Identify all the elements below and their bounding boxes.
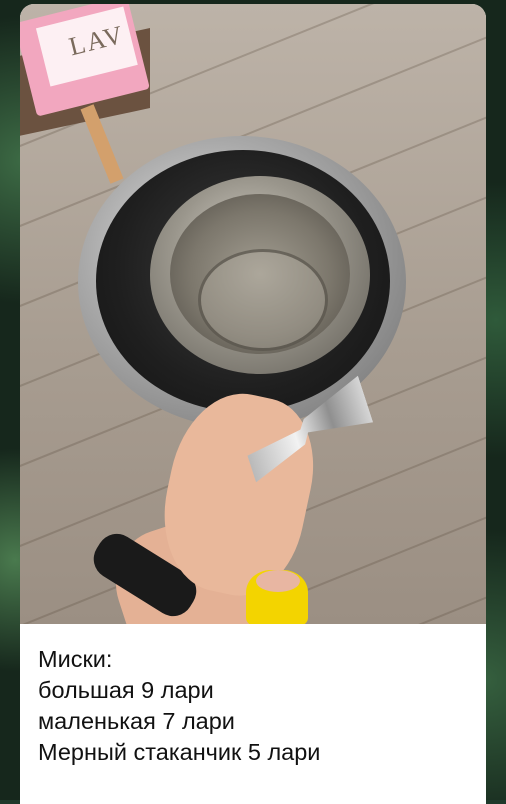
caption-line-large-bowl: большая 9 лари bbox=[38, 677, 214, 703]
caption-line-title: Миски: bbox=[38, 646, 113, 672]
message-photo[interactable]: LAV bbox=[20, 4, 486, 624]
message-bubble[interactable]: LAV Миски: большая 9 лари маленькая 7 ла… bbox=[20, 4, 486, 804]
foot bbox=[256, 570, 300, 592]
caption-line-jigger: Мерный стаканчик 5 лари bbox=[38, 739, 321, 765]
message-caption: Миски: большая 9 лари маленькая 7 лари М… bbox=[38, 644, 478, 768]
small-bowl-base bbox=[198, 249, 328, 351]
caption-line-small-bowl: маленькая 7 лари bbox=[38, 708, 235, 734]
